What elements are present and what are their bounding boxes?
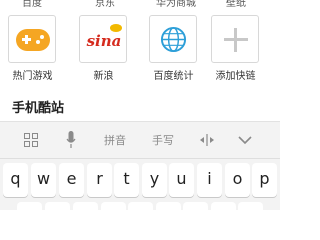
shortcut-hot-games[interactable]: 热门游戏	[5, 15, 60, 82]
key[interactable]: e	[59, 163, 84, 197]
shortcut-label: 添加快链	[215, 71, 256, 82]
key[interactable]	[156, 202, 181, 210]
plus-icon	[234, 28, 237, 52]
shortcut-label: 百度统计	[153, 71, 194, 82]
key[interactable]	[211, 202, 236, 210]
hide-keyboard-icon[interactable]	[237, 133, 253, 147]
microphone-icon[interactable]	[66, 131, 76, 149]
key[interactable]	[101, 202, 126, 210]
shortcut-tile[interactable]: sina	[79, 15, 127, 63]
key[interactable]	[17, 202, 42, 210]
globe-icon	[160, 26, 187, 53]
shortcut-add[interactable]: 添加快链	[208, 15, 263, 82]
top-shortcut-label[interactable]: 壁纸	[206, 0, 266, 9]
shortcut-baidu-stats[interactable]: 百度统计	[146, 15, 201, 82]
pinyin-mode-button[interactable]: 拼音	[94, 122, 136, 159]
browser-start-page: 百度 京东 华为商城 壁纸 热门游戏 sina 新浪 百度统计 添加快链 手机酷…	[0, 0, 280, 210]
sina-logo-icon: sina	[86, 32, 122, 50]
soft-keyboard: 拼音 手写 q w e r t y u i o p	[0, 122, 280, 210]
key[interactable]	[128, 202, 153, 210]
grid-icon[interactable]	[24, 133, 38, 147]
key[interactable]: y	[142, 163, 167, 197]
shortcut-tile[interactable]	[149, 15, 197, 63]
keyboard-toolbar: 拼音 手写	[0, 122, 280, 159]
key[interactable]: u	[169, 163, 194, 197]
shortcut-sina[interactable]: sina 新浪	[76, 15, 131, 82]
key[interactable]: r	[87, 163, 112, 197]
top-shortcut-label[interactable]: 百度	[2, 0, 62, 9]
top-shortcut-label[interactable]: 京东	[75, 0, 135, 9]
gamepad-icon	[16, 29, 50, 51]
site-text[interactable]: 手机酷站	[12, 97, 64, 116]
shortcut-tile[interactable]	[211, 15, 259, 63]
key[interactable]: p	[252, 163, 277, 197]
key[interactable]: i	[197, 163, 222, 197]
shortcut-tile[interactable]	[8, 15, 56, 63]
key[interactable]	[183, 202, 208, 210]
key[interactable]: o	[225, 163, 250, 197]
key[interactable]	[73, 202, 98, 210]
shortcut-label: 新浪	[93, 71, 114, 82]
top-shortcut-row: 百度 京东 华为商城 壁纸	[0, 0, 280, 9]
top-shortcut-label[interactable]: 华为商城	[146, 0, 206, 9]
key[interactable]: q	[3, 163, 28, 197]
key[interactable]	[238, 202, 263, 210]
sina-eye-icon	[110, 24, 122, 32]
shortcut-label: 热门游戏	[12, 71, 53, 82]
key[interactable]	[45, 202, 70, 210]
key[interactable]: w	[31, 163, 56, 197]
handwriting-mode-button[interactable]: 手写	[142, 122, 184, 159]
key[interactable]: t	[114, 163, 139, 197]
cursor-move-icon[interactable]	[199, 133, 215, 147]
